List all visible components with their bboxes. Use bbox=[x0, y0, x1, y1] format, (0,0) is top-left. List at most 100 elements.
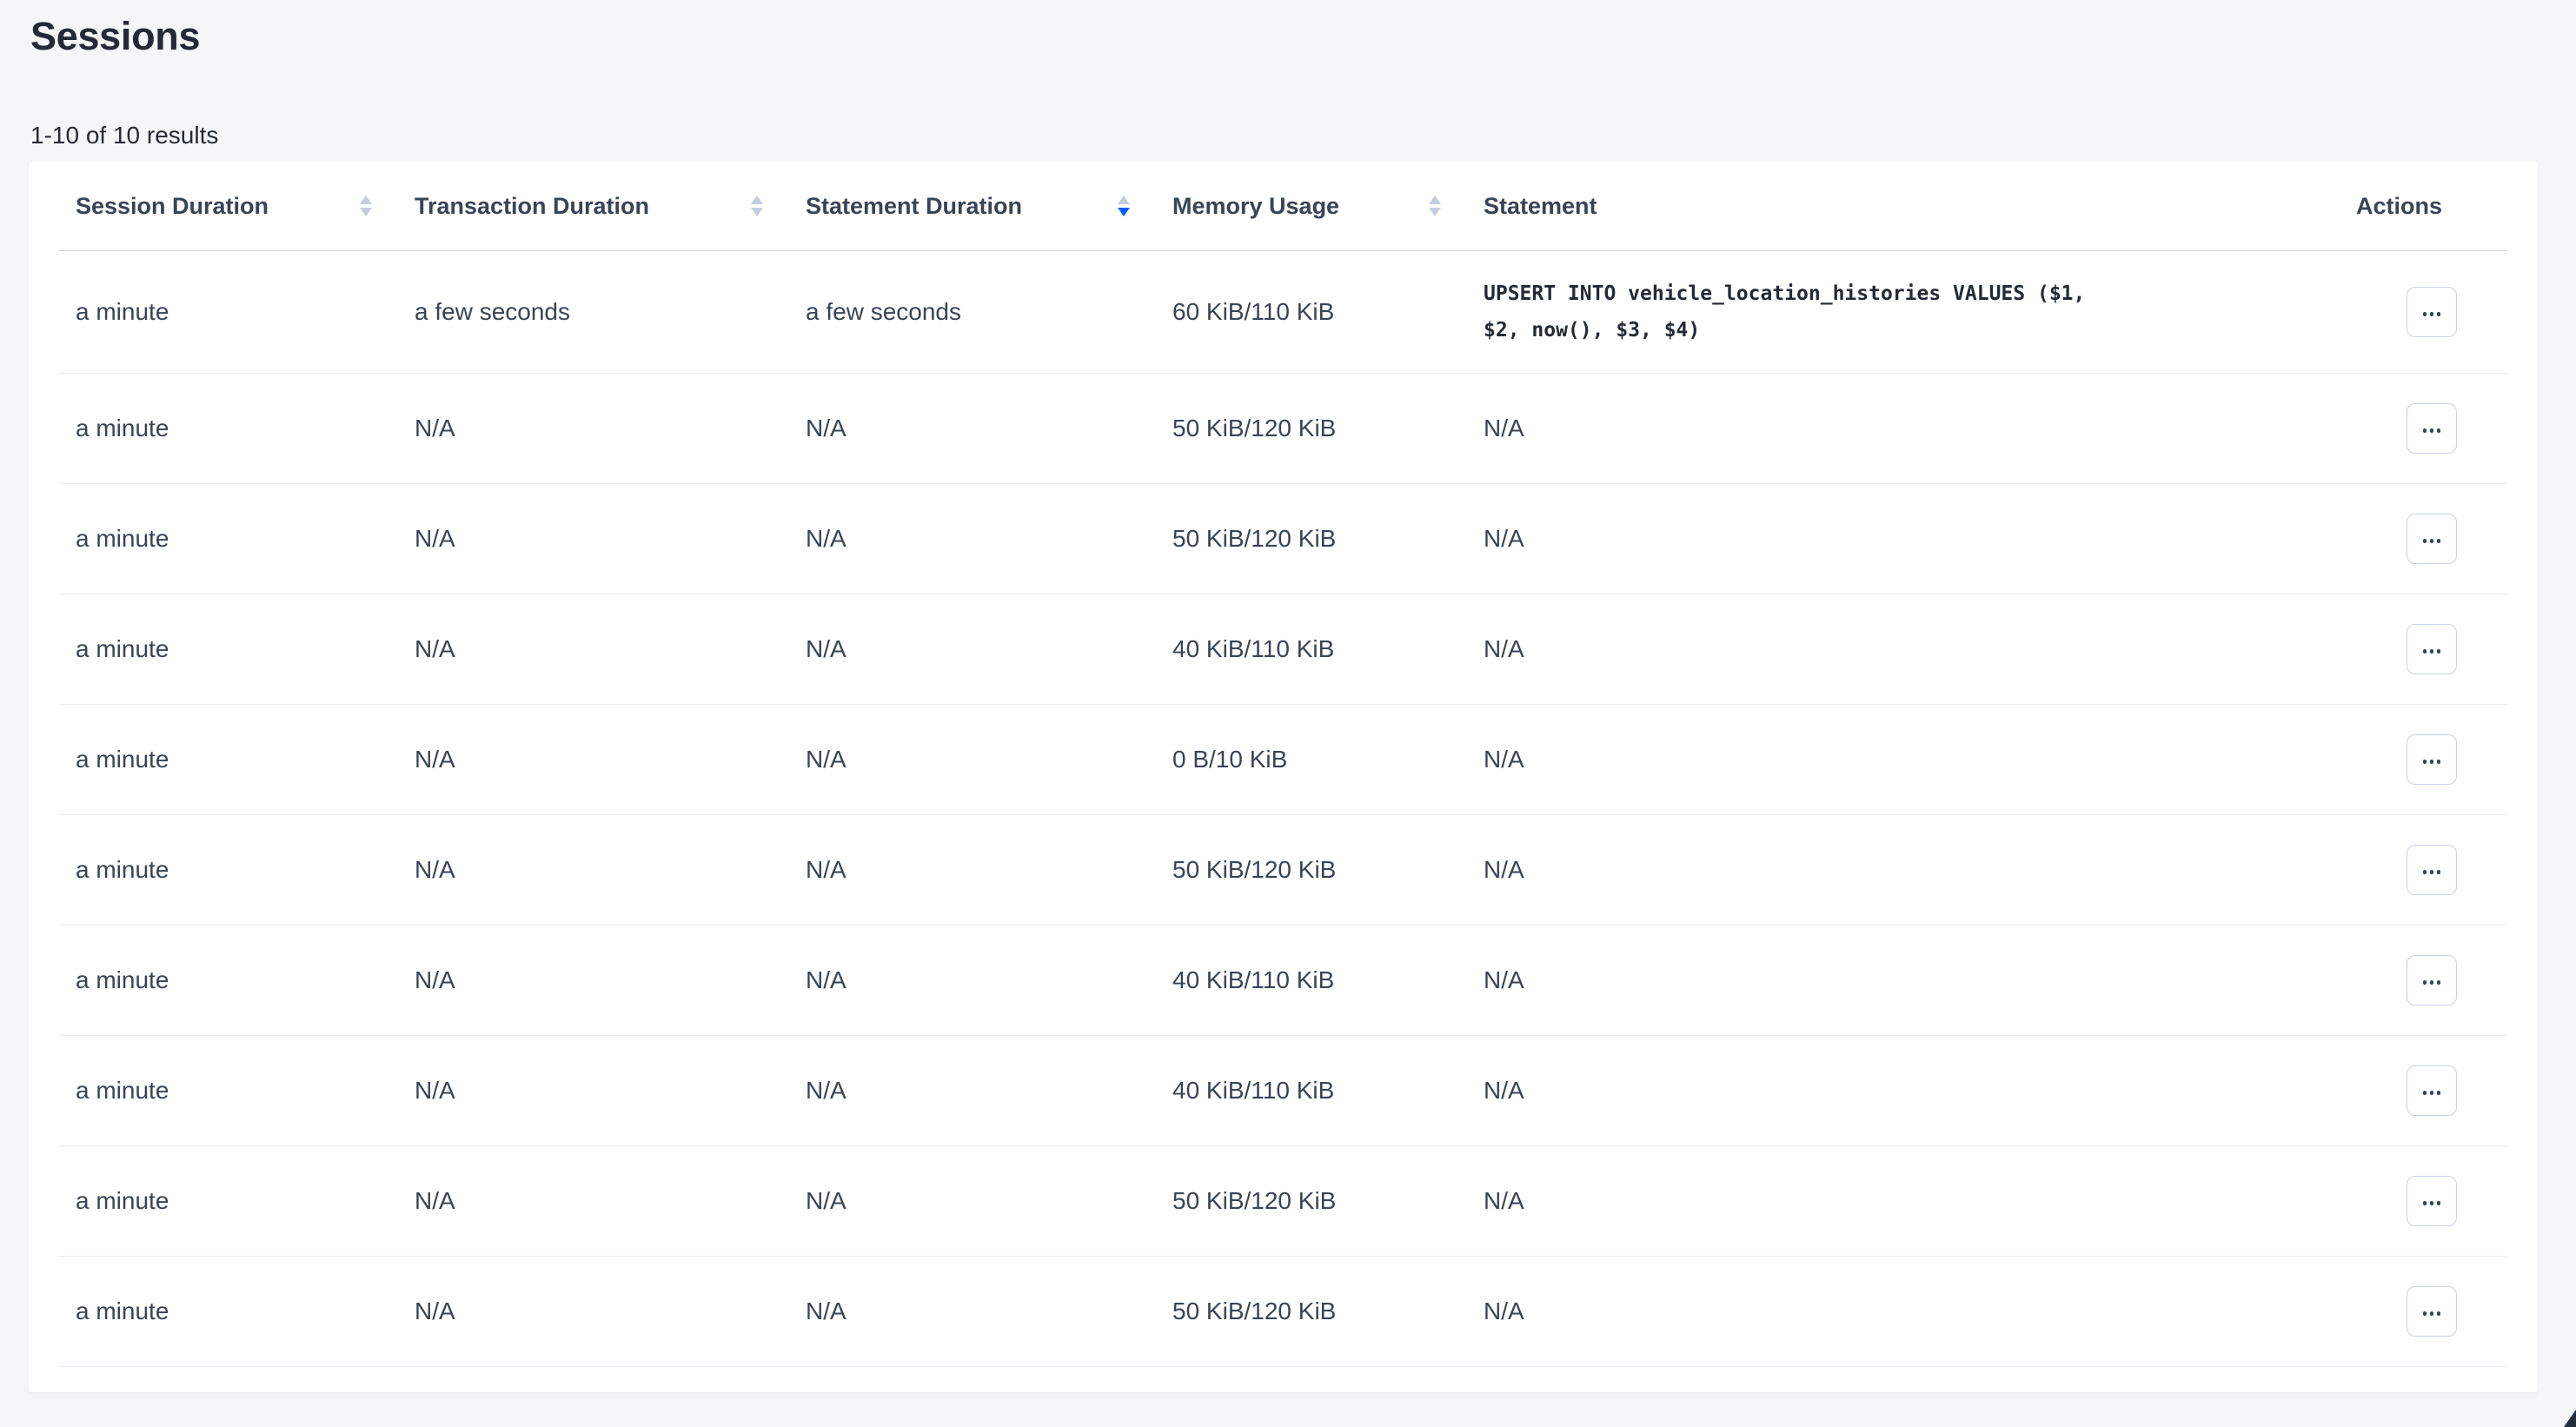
table-row: a minute a few seconds a few seconds 60 … bbox=[59, 251, 2507, 374]
memory-usage-cell: 60 KiB/110 KiB bbox=[1156, 251, 1467, 374]
results-count: 1-10 of 10 results bbox=[30, 122, 218, 149]
column-header-statement: Statement bbox=[1467, 162, 2340, 251]
row-actions-button[interactable] bbox=[2407, 845, 2457, 895]
sessions-table-card: Session Duration Transaction Duration St… bbox=[29, 162, 2538, 1392]
table-header-row: Session Duration Transaction Duration St… bbox=[59, 162, 2507, 251]
statement-duration-cell: N/A bbox=[789, 1146, 1156, 1257]
statement-cell: N/A bbox=[1467, 374, 2340, 484]
sort-icon bbox=[1429, 196, 1441, 216]
ellipsis-icon bbox=[2423, 1195, 2441, 1208]
statement-cell: N/A bbox=[1467, 926, 2340, 1036]
actions-cell bbox=[2340, 251, 2507, 374]
ellipsis-icon bbox=[2423, 864, 2441, 877]
column-header-label: Statement bbox=[1484, 193, 1597, 220]
session-duration-cell: a minute bbox=[59, 1257, 398, 1367]
statement-duration-cell: N/A bbox=[789, 374, 1156, 484]
transaction-duration-cell: N/A bbox=[398, 1257, 789, 1367]
statement-cell: N/A bbox=[1467, 705, 2340, 815]
transaction-duration-cell: N/A bbox=[398, 815, 789, 926]
memory-usage-cell: 50 KiB/120 KiB bbox=[1156, 1146, 1467, 1257]
memory-usage-cell: 50 KiB/120 KiB bbox=[1156, 1257, 1467, 1367]
ellipsis-icon bbox=[2423, 306, 2441, 319]
memory-usage-cell: 50 KiB/120 KiB bbox=[1156, 484, 1467, 594]
memory-usage-cell: 50 KiB/120 KiB bbox=[1156, 374, 1467, 484]
row-actions-button[interactable] bbox=[2407, 955, 2457, 1006]
sql-statement-text: UPSERT INTO vehicle_location_histories V… bbox=[1484, 275, 2118, 348]
row-actions-button[interactable] bbox=[2407, 514, 2457, 564]
table-row: a minute N/A N/A 40 KiB/110 KiB N/A bbox=[59, 1036, 2507, 1146]
session-duration-cell: a minute bbox=[59, 594, 398, 705]
session-duration-cell: a minute bbox=[59, 705, 398, 815]
actions-cell bbox=[2340, 484, 2507, 594]
statement-duration-cell: N/A bbox=[789, 1036, 1156, 1146]
sessions-table: Session Duration Transaction Duration St… bbox=[59, 162, 2507, 1367]
table-row: a minute N/A N/A 50 KiB/120 KiB N/A bbox=[59, 1257, 2507, 1367]
transaction-duration-cell: N/A bbox=[398, 1036, 789, 1146]
row-actions-button[interactable] bbox=[2407, 624, 2457, 674]
row-actions-button[interactable] bbox=[2407, 1286, 2457, 1337]
statement-cell: N/A bbox=[1467, 484, 2340, 594]
actions-cell bbox=[2340, 926, 2507, 1036]
statement-duration-cell: a few seconds bbox=[789, 251, 1156, 374]
ellipsis-icon bbox=[2423, 422, 2441, 435]
session-duration-cell: a minute bbox=[59, 1146, 398, 1257]
column-header-label: Transaction Duration bbox=[415, 193, 649, 220]
row-actions-button[interactable] bbox=[2407, 403, 2457, 454]
ellipsis-icon bbox=[2423, 1085, 2441, 1098]
column-header-memory-usage[interactable]: Memory Usage bbox=[1156, 162, 1467, 251]
row-actions-button[interactable] bbox=[2407, 734, 2457, 785]
ellipsis-icon bbox=[2423, 974, 2441, 987]
transaction-duration-cell: N/A bbox=[398, 1146, 789, 1257]
actions-cell bbox=[2340, 705, 2507, 815]
session-duration-cell: a minute bbox=[59, 815, 398, 926]
actions-cell bbox=[2340, 815, 2507, 926]
memory-usage-cell: 0 B/10 KiB bbox=[1156, 705, 1467, 815]
transaction-duration-cell: N/A bbox=[398, 705, 789, 815]
memory-usage-cell: 40 KiB/110 KiB bbox=[1156, 594, 1467, 705]
actions-cell bbox=[2340, 1036, 2507, 1146]
actions-cell bbox=[2340, 1257, 2507, 1367]
actions-cell bbox=[2340, 594, 2507, 705]
table-row: a minute N/A N/A 50 KiB/120 KiB N/A bbox=[59, 815, 2507, 926]
table-row: a minute N/A N/A 50 KiB/120 KiB N/A bbox=[59, 484, 2507, 594]
ellipsis-icon bbox=[2423, 753, 2441, 767]
statement-cell: N/A bbox=[1467, 1146, 2340, 1257]
row-actions-button[interactable] bbox=[2407, 1065, 2457, 1116]
ellipsis-icon bbox=[2423, 533, 2441, 546]
column-header-statement-duration[interactable]: Statement Duration bbox=[789, 162, 1156, 251]
memory-usage-cell: 40 KiB/110 KiB bbox=[1156, 926, 1467, 1036]
session-duration-cell: a minute bbox=[59, 484, 398, 594]
statement-cell: N/A bbox=[1467, 1257, 2340, 1367]
column-header-label: Session Duration bbox=[76, 193, 269, 220]
transaction-duration-cell: N/A bbox=[398, 484, 789, 594]
statement-duration-cell: N/A bbox=[789, 926, 1156, 1036]
sort-desc-icon bbox=[1118, 196, 1130, 216]
statement-cell: N/A bbox=[1467, 594, 2340, 705]
table-row: a minute N/A N/A 40 KiB/110 KiB N/A bbox=[59, 926, 2507, 1036]
statement-duration-cell: N/A bbox=[789, 484, 1156, 594]
memory-usage-cell: 50 KiB/120 KiB bbox=[1156, 815, 1467, 926]
ellipsis-icon bbox=[2423, 643, 2441, 656]
statement-cell: UPSERT INTO vehicle_location_histories V… bbox=[1467, 251, 2340, 374]
page-title: Sessions bbox=[30, 14, 200, 59]
table-row: a minute N/A N/A 50 KiB/120 KiB N/A bbox=[59, 374, 2507, 484]
session-duration-cell: a minute bbox=[59, 926, 398, 1036]
session-duration-cell: a minute bbox=[59, 251, 398, 374]
transaction-duration-cell: N/A bbox=[398, 594, 789, 705]
transaction-duration-cell: N/A bbox=[398, 374, 789, 484]
statement-duration-cell: N/A bbox=[789, 705, 1156, 815]
statement-cell: N/A bbox=[1467, 815, 2340, 926]
column-header-session-duration[interactable]: Session Duration bbox=[59, 162, 398, 251]
statement-cell: N/A bbox=[1467, 1036, 2340, 1146]
window-resize-corner bbox=[2564, 1410, 2576, 1427]
ellipsis-icon bbox=[2423, 1305, 2441, 1318]
statement-duration-cell: N/A bbox=[789, 1257, 1156, 1367]
table-row: a minute N/A N/A 40 KiB/110 KiB N/A bbox=[59, 594, 2507, 705]
transaction-duration-cell: a few seconds bbox=[398, 251, 789, 374]
transaction-duration-cell: N/A bbox=[398, 926, 789, 1036]
column-header-transaction-duration[interactable]: Transaction Duration bbox=[398, 162, 789, 251]
row-actions-button[interactable] bbox=[2407, 1176, 2457, 1226]
memory-usage-cell: 40 KiB/110 KiB bbox=[1156, 1036, 1467, 1146]
table-row: a minute N/A N/A 0 B/10 KiB N/A bbox=[59, 705, 2507, 815]
row-actions-button[interactable] bbox=[2407, 287, 2457, 337]
